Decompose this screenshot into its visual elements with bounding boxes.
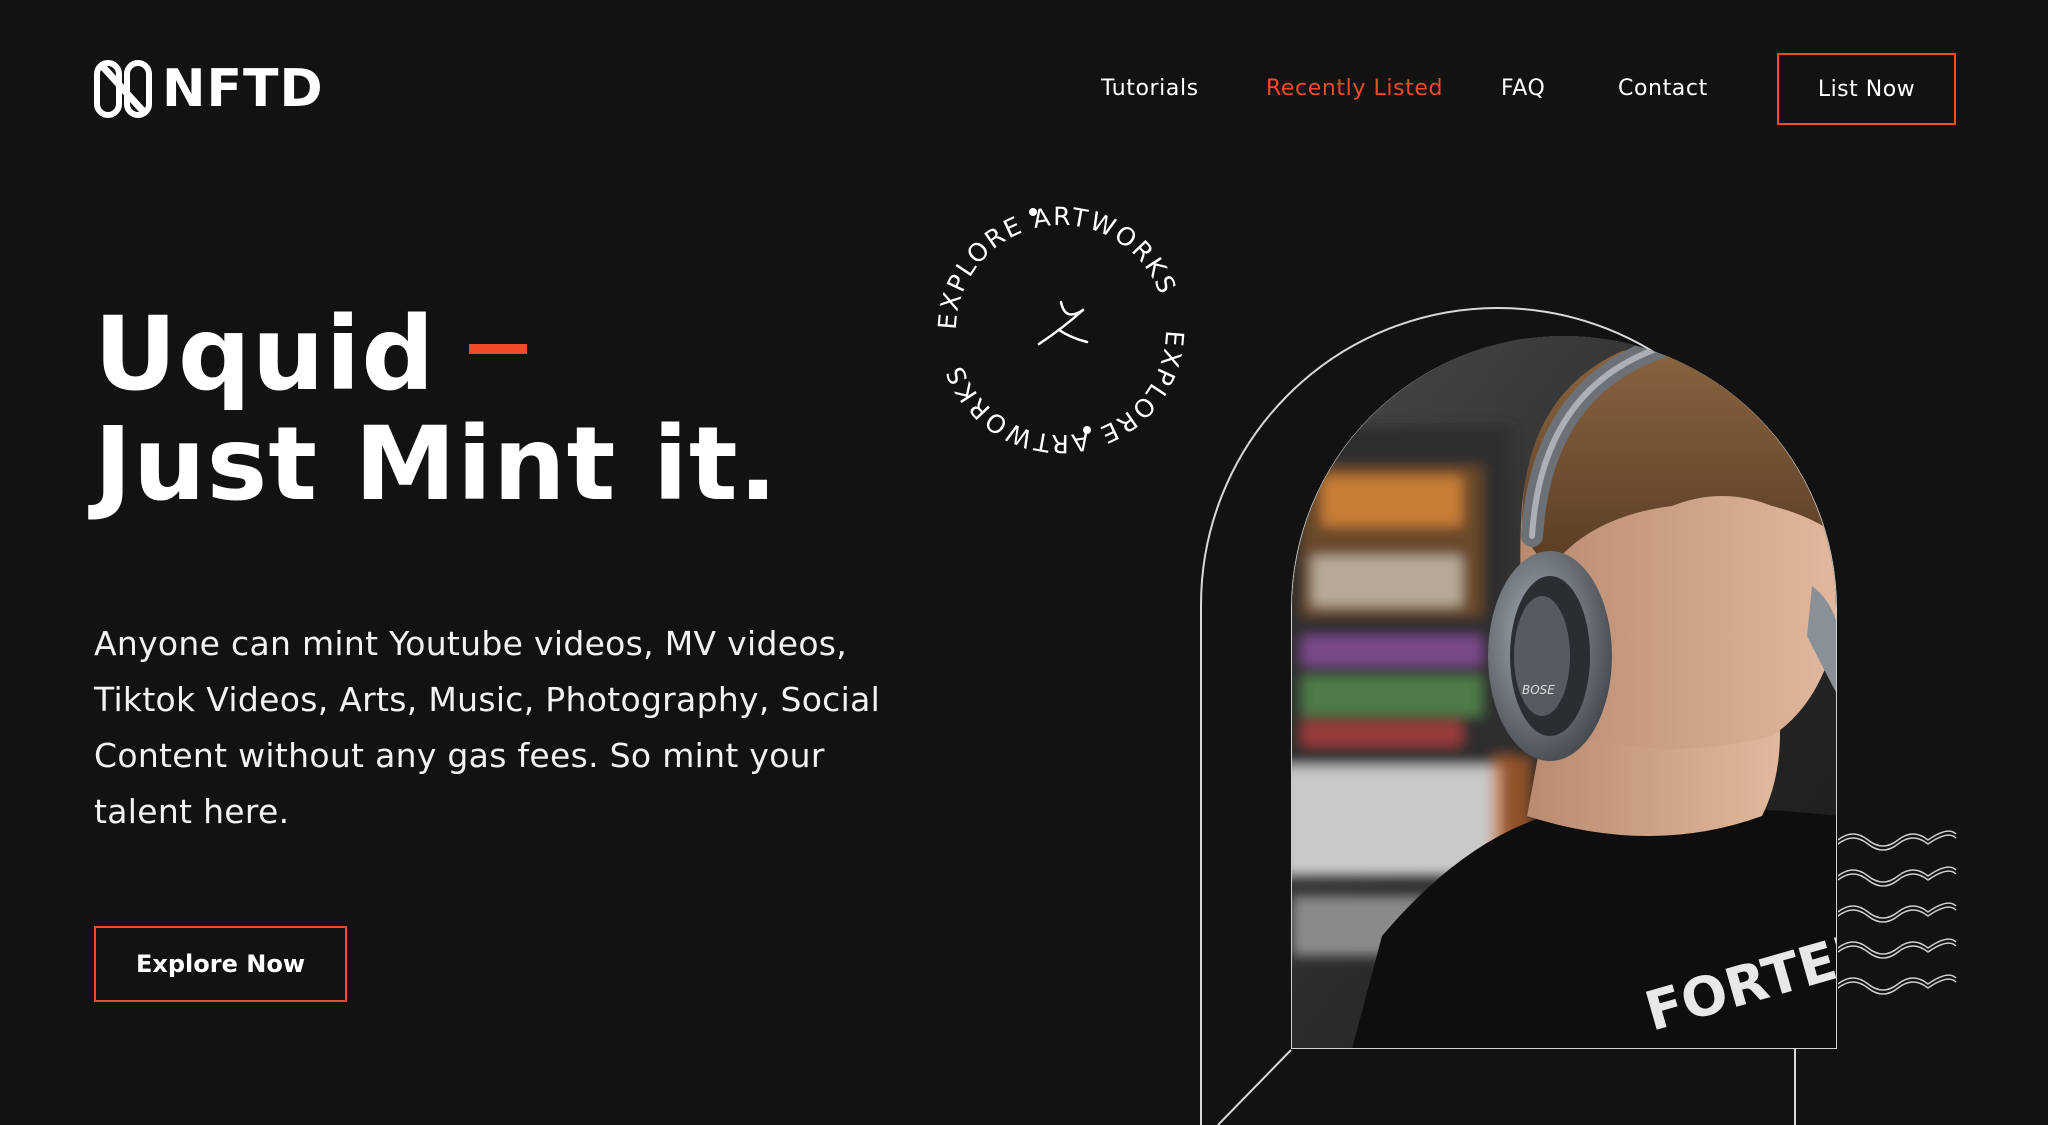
hero-description: Anyone can mint Youtube videos, MV video… [94,624,881,831]
brand-logo[interactable]: NFTD [94,60,324,118]
accent-dash [469,344,528,355]
brand-name: NFTD [162,59,324,119]
headphone-brand-text: BOSE [1522,683,1555,697]
wavy-lines-decoration [1838,830,1957,995]
person-headphones-photo: BOSE FORTEM [1292,336,1836,1048]
nav-item-tutorials[interactable]: Tutorials [1101,76,1199,101]
nav-item-contact[interactable]: Contact [1618,76,1708,101]
hero-title: Uquid Just Mint it. [94,300,778,520]
badge-dot-1 [1029,208,1037,216]
badge-text-2: EXPLORE ARTWORKS [940,329,1189,458]
list-now-button[interactable]: List Now [1777,53,1956,125]
badge-text-1: EXPLORE ARTWORKS [933,202,1182,331]
badge-dot-2 [1083,426,1091,434]
arrow-up-right-icon [1037,300,1089,346]
nav-item-faq[interactable]: FAQ [1501,76,1545,101]
hero-title-line2: Just Mint it. [94,405,779,524]
hero-title-line1: Uquid [94,295,436,414]
hero-photo: BOSE FORTEM [1291,336,1837,1049]
nftd-logo-icon [94,60,152,118]
explore-now-button[interactable]: Explore Now [94,926,347,1002]
nav-item-recently-listed[interactable]: Recently Listed [1266,76,1443,101]
